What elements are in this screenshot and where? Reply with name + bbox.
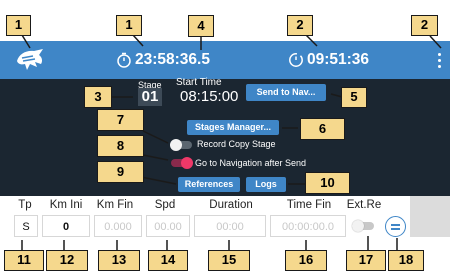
column-header-duration: Duration xyxy=(209,199,253,211)
cell-km-fin[interactable]: 0.000 xyxy=(94,215,142,237)
elapsed-timer[interactable]: 23:58:36.5 xyxy=(116,50,210,70)
record-copy-stage-toggle[interactable] xyxy=(170,139,194,151)
cell-tp[interactable]: S xyxy=(14,215,38,237)
logs-button[interactable]: Logs xyxy=(246,177,286,192)
callout-1-timer: 1 xyxy=(116,15,142,36)
elapsed-time-value: 23:58:36.5 xyxy=(135,51,210,68)
start-time-value[interactable]: 08:15:00 xyxy=(180,88,238,105)
header-filler xyxy=(410,196,450,237)
callout-1-logo: 1 xyxy=(6,15,31,36)
clock-display[interactable]: 09:51:36 xyxy=(288,50,369,70)
record-copy-stage-label: Record Copy Stage xyxy=(197,139,276,149)
column-header-spd: Spd xyxy=(154,199,176,211)
callout-2-menu: 2 xyxy=(411,15,438,36)
go-to-navigation-toggle[interactable] xyxy=(171,157,195,169)
callout-18: 18 xyxy=(388,250,424,271)
callout-12: 12 xyxy=(46,250,88,271)
callout-15: 15 xyxy=(208,250,250,271)
callout-17: 17 xyxy=(346,250,386,271)
stage-number[interactable]: 01 xyxy=(138,88,162,106)
top-app-bar xyxy=(0,41,450,79)
go-to-navigation-label: Go to Navigation after Send xyxy=(195,158,307,168)
cell-spd[interactable]: 00.00 xyxy=(146,215,190,237)
column-header-tp: Tp xyxy=(18,199,32,211)
clock-time-value: 09:51:36 xyxy=(307,51,370,68)
cell-time-fin[interactable]: 00:00:00.0 xyxy=(270,215,346,237)
callout-3: 3 xyxy=(84,86,112,108)
send-to-nav-button[interactable]: Send to Nav... xyxy=(246,84,326,101)
callout-10: 10 xyxy=(305,172,350,194)
ext-re-switch[interactable] xyxy=(352,220,376,232)
callout-7: 7 xyxy=(97,109,144,131)
column-header-ext-re: Ext.Re xyxy=(346,199,382,211)
column-header-km-ini: Km Ini xyxy=(49,199,83,211)
callout-11: 11 xyxy=(4,250,44,271)
callout-6: 6 xyxy=(300,118,345,140)
row-menu-icon[interactable] xyxy=(385,216,406,237)
column-header-km-fin: Km Fin xyxy=(96,199,134,211)
clock-icon xyxy=(289,53,303,67)
callout-16: 16 xyxy=(285,250,327,271)
cell-duration[interactable]: 00:00 xyxy=(194,215,266,237)
references-button[interactable]: References xyxy=(178,177,240,192)
callout-13: 13 xyxy=(98,250,140,271)
start-time-label: Start Time xyxy=(176,77,222,88)
callout-5: 5 xyxy=(341,87,367,108)
column-header-time-fin: Time Fin xyxy=(286,199,332,211)
callout-9: 9 xyxy=(97,161,144,183)
callout-4: 4 xyxy=(188,15,214,37)
callout-14: 14 xyxy=(148,250,188,271)
kebab-menu-icon[interactable] xyxy=(434,49,444,71)
stages-manager-button[interactable]: Stages Manager... xyxy=(187,120,279,135)
callout-2-clock: 2 xyxy=(287,15,313,36)
app-logo-icon[interactable] xyxy=(15,47,45,73)
cell-km-ini[interactable]: 0 xyxy=(42,215,90,237)
stopwatch-icon xyxy=(117,52,131,68)
callout-8: 8 xyxy=(97,135,144,157)
